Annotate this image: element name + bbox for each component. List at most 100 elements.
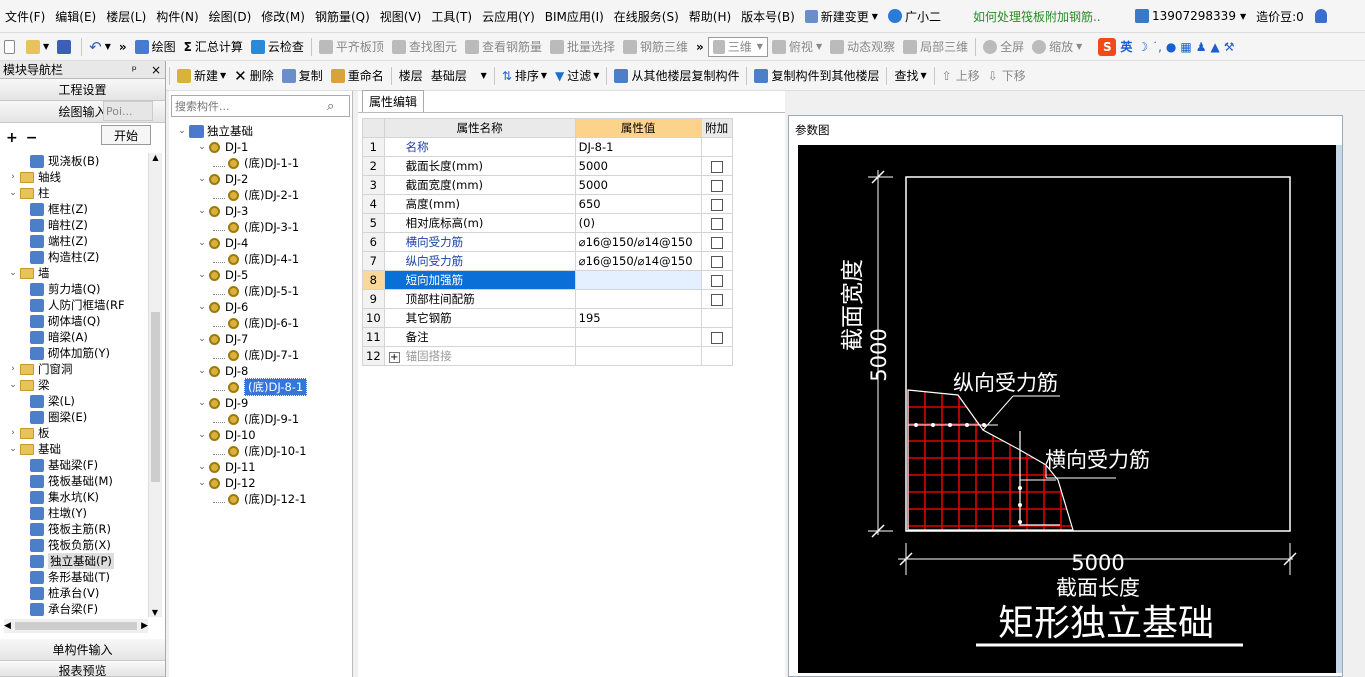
property-value[interactable]: ⌀16@150/⌀14@150 xyxy=(574,232,702,252)
property-name[interactable]: 纵向受力筋 xyxy=(383,251,576,271)
property-row[interactable]: 11 备注 xyxy=(362,327,733,347)
nav-tree-item[interactable]: 筏板基础(M) xyxy=(0,473,148,489)
undo-button[interactable]: ↶ ▼ xyxy=(85,36,115,58)
menu-item[interactable]: 版本号(B) xyxy=(736,8,800,25)
property-row[interactable]: 3 截面宽度(mm) 5000 xyxy=(362,175,733,195)
component-tree-item[interactable]: (底)DJ-2-1 xyxy=(177,187,307,203)
component-tree-item[interactable]: ⌄ DJ-12 xyxy=(177,475,307,491)
property-name[interactable]: + 锚固搭接 xyxy=(383,346,576,366)
expand-all-icon[interactable]: + xyxy=(6,130,18,146)
tab-property-edit[interactable]: 属性编辑 xyxy=(362,90,425,112)
collapse-arrow-icon[interactable]: ⌄ xyxy=(8,188,18,198)
draw-button[interactable]: 绘图 xyxy=(131,36,180,58)
collapse-arrow-icon[interactable]: ⌄ xyxy=(197,174,207,184)
property-value[interactable]: ⌀16@150/⌀14@150 xyxy=(574,251,702,271)
component-tree-item[interactable]: ⌄ DJ-6 xyxy=(177,299,307,315)
collapse-arrow-icon[interactable]: ⌄ xyxy=(197,302,207,312)
nav-tree-item[interactable]: 梁(L) xyxy=(0,393,148,409)
cloud-check-button[interactable]: 云检查 xyxy=(247,36,308,58)
collapse-arrow-icon[interactable]: ⌄ xyxy=(197,334,207,344)
save-button[interactable] xyxy=(53,36,78,58)
property-name[interactable]: 截面长度(mm) xyxy=(383,156,576,176)
nav-vertical-scrollbar[interactable]: ▲ ▼ xyxy=(148,153,162,617)
open-button[interactable]: ▼ xyxy=(22,36,53,58)
new-change-menu[interactable]: 新建变更 ▼ xyxy=(800,8,883,25)
component-tree-item[interactable]: ⌄ DJ-11 xyxy=(177,459,307,475)
extra-checkbox[interactable] xyxy=(710,198,723,211)
nav-tree-item[interactable]: 砌体加筋(Y) xyxy=(0,345,148,361)
project-settings-button[interactable]: 工程设置 xyxy=(0,79,165,101)
extra-checkbox[interactable] xyxy=(710,217,723,230)
user-account[interactable]: 13907298339 ▼ xyxy=(1130,9,1251,23)
nav-tree-item[interactable]: 条形基础(T) xyxy=(0,569,148,585)
extra-checkbox[interactable] xyxy=(710,236,723,249)
property-name[interactable]: 顶部柱间配筋 xyxy=(383,289,576,309)
collapse-arrow-icon[interactable]: ⌄ xyxy=(197,462,207,472)
nav-horizontal-scrollbar[interactable]: ◀ ▶ xyxy=(4,619,148,633)
nav-tree-item[interactable]: 独立基础(P) xyxy=(0,553,148,569)
extra-checkbox[interactable] xyxy=(710,179,723,192)
copy-from-other-floor-button[interactable]: 从其他楼层复制构件 xyxy=(610,65,743,87)
property-value[interactable]: 5000 xyxy=(574,175,702,195)
view-rebar-button[interactable]: 查看钢筋量 xyxy=(461,36,546,58)
property-value[interactable]: 650 xyxy=(574,194,702,214)
single-input-button[interactable]: 单构件输入 xyxy=(0,639,165,661)
property-value[interactable]: DJ-8-1 xyxy=(574,137,702,157)
search-icon[interactable]: ⌕ xyxy=(327,99,334,114)
nav-tree-item[interactable]: › 轴线 xyxy=(0,169,148,185)
overflow-chevron[interactable]: » xyxy=(692,36,708,58)
property-row[interactable]: 10 其它钢筋 195 xyxy=(362,308,733,328)
collapse-arrow-icon[interactable]: ⌄ xyxy=(197,366,207,376)
nav-tree-item[interactable]: 人防门框墙(RF xyxy=(0,297,148,313)
find-element-button[interactable]: 查找图元 xyxy=(388,36,461,58)
nav-tree-item[interactable]: 砌体墙(Q) xyxy=(0,313,148,329)
flatten-top-button[interactable]: 平齐板顶 xyxy=(315,36,388,58)
menu-item[interactable]: 视图(V) xyxy=(375,8,427,25)
scroll-up-icon[interactable]: ▲ xyxy=(149,153,162,162)
collapse-arrow-icon[interactable]: ⌄ xyxy=(197,478,207,488)
price-beans[interactable]: 造价豆:0 xyxy=(1251,8,1309,25)
expand-plus-icon[interactable]: + xyxy=(388,352,400,363)
view-3d-select[interactable]: 三维 ▼ xyxy=(707,36,768,57)
property-row[interactable]: 9 顶部柱间配筋 xyxy=(362,289,733,309)
nav-tree-item[interactable]: › 板 xyxy=(0,425,148,441)
nav-tree-item[interactable]: 剪力墙(Q) xyxy=(0,281,148,297)
delete-button[interactable]: ✕ 删除 xyxy=(230,65,278,87)
hint-link[interactable]: 如何处理筏板附加钢筋.. xyxy=(968,8,1128,25)
scroll-down-icon[interactable]: ▼ xyxy=(149,608,161,617)
zoom-button[interactable]: 缩放 ▼ xyxy=(1028,36,1086,58)
component-tree-item[interactable]: ⌄ DJ-10 xyxy=(177,427,307,443)
property-value[interactable]: 5000 xyxy=(574,156,702,176)
nav-tree-item[interactable]: 圈梁(E) xyxy=(0,409,148,425)
menu-item[interactable]: 工具(T) xyxy=(426,8,477,25)
property-name[interactable]: 高度(mm) xyxy=(383,194,576,214)
nav-tree-item[interactable]: ⌄ 墙 xyxy=(0,265,148,281)
copy-button[interactable]: 复制 xyxy=(278,65,327,87)
copy-to-other-floor-button[interactable]: 复制构件到其他楼层 xyxy=(750,65,883,87)
scroll-right-icon[interactable]: ▶ xyxy=(141,621,148,631)
nav-tree-item[interactable]: 筏板主筋(R) xyxy=(0,521,148,537)
nav-tree-item[interactable]: 桩承台(V) xyxy=(0,585,148,601)
property-value[interactable]: 195 xyxy=(574,308,702,328)
extra-checkbox[interactable] xyxy=(710,255,723,268)
top-view-button[interactable]: 俯视 ▼ xyxy=(768,36,826,58)
scroll-left-icon[interactable]: ◀ xyxy=(4,621,11,631)
menu-item[interactable]: 云应用(Y) xyxy=(477,8,540,25)
component-tree-item[interactable]: (底)DJ-1-1 xyxy=(177,155,307,171)
component-tree-item[interactable]: (底)DJ-12-1 xyxy=(177,491,307,507)
collapse-arrow-icon[interactable]: ⌄ xyxy=(197,142,207,152)
property-value[interactable] xyxy=(574,346,702,366)
component-tree-item[interactable]: (底)DJ-5-1 xyxy=(177,283,307,299)
collapse-arrow-icon[interactable]: ⌄ xyxy=(8,380,18,390)
property-name[interactable]: 名称 xyxy=(383,137,576,157)
nav-tree-item[interactable]: 现浇板(B) xyxy=(0,153,148,169)
nav-tree-item[interactable]: 端柱(Z) xyxy=(0,233,148,249)
property-row[interactable]: 4 高度(mm) 650 xyxy=(362,194,733,214)
move-down-button[interactable]: ⇩ 下移 xyxy=(984,65,1030,87)
dynamic-observe-button[interactable]: 动态观察 xyxy=(826,36,899,58)
overflow-chevron[interactable]: » xyxy=(115,36,131,58)
tree-root[interactable]: ⌄ 独立基础 xyxy=(177,123,307,139)
pin-icon[interactable]: ᵖ xyxy=(132,63,137,77)
property-value[interactable] xyxy=(574,270,702,290)
component-tree-item[interactable]: ⌄ DJ-4 xyxy=(177,235,307,251)
